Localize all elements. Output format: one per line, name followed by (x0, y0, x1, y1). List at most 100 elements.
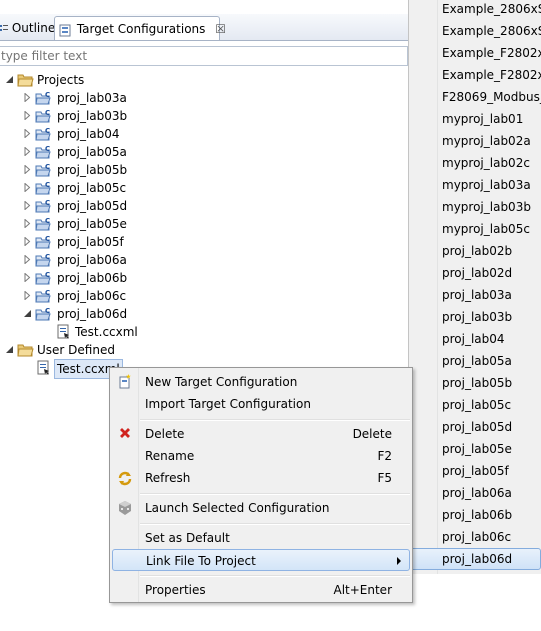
submenu-project-item[interactable]: proj_lab06d (442, 548, 512, 570)
close-icon[interactable]: ☒ (215, 22, 226, 36)
tree-node-project[interactable]: proj_lab05f (57, 233, 124, 251)
menu-item-import-target[interactable]: Import Target Configuration (110, 393, 412, 415)
project-folder-icon: C (35, 253, 51, 267)
svg-text:C: C (45, 235, 50, 243)
expanded-twisty-icon[interactable] (5, 345, 14, 354)
ccxml-file-icon (57, 324, 69, 339)
tree-node-project[interactable]: proj_lab05c (57, 179, 126, 197)
expanded-twisty-icon[interactable] (5, 75, 14, 84)
open-folder-icon (17, 74, 34, 87)
refresh-accelerator: F5 (377, 471, 392, 485)
delete-accelerator: Delete (352, 427, 392, 441)
submenu-project-item[interactable]: Example_F2802xSc (442, 42, 541, 64)
svg-text:C: C (45, 109, 50, 117)
collapsed-twisty-icon[interactable] (23, 129, 32, 138)
submenu-project-item[interactable]: proj_lab02b (442, 240, 512, 262)
svg-text:C: C (45, 307, 50, 315)
menu-item-rename[interactable]: Rename F2 (110, 445, 412, 467)
submenu-project-item[interactable]: Example_2806xSci (442, 0, 541, 20)
delete-icon (120, 428, 130, 438)
ccxml-file-icon (37, 360, 49, 375)
tree-node-project[interactable]: proj_lab06a (57, 251, 127, 269)
tree-node-project[interactable]: proj_lab03b (57, 107, 127, 125)
project-folder-icon: C (35, 199, 51, 213)
tree-node-project[interactable]: proj_lab05e (57, 215, 127, 233)
submenu-arrow-icon (397, 557, 401, 565)
submenu-project-item[interactable]: proj_lab06a (442, 482, 512, 504)
tree-node-project[interactable]: proj_lab05a (57, 143, 127, 161)
project-folder-icon: C (35, 109, 51, 123)
tree-node-project[interactable]: proj_lab06b (57, 269, 127, 287)
submenu-project-item[interactable]: proj_lab06b (442, 504, 512, 526)
submenu-project-item[interactable]: Example_F2802xSc (442, 64, 541, 86)
menu-item-properties[interactable]: Properties Alt+Enter (110, 579, 412, 601)
svg-text:C: C (45, 91, 50, 99)
collapsed-twisty-icon[interactable] (23, 165, 32, 174)
submenu-project-item[interactable]: myproj_lab01 (442, 108, 523, 130)
submenu-project-item[interactable]: myproj_lab02a (442, 130, 531, 152)
tree-node-project[interactable]: proj_lab06c (57, 287, 126, 305)
submenu-project-item[interactable]: myproj_lab05c (442, 218, 530, 240)
tree-node-project[interactable]: proj_lab05b (57, 161, 127, 179)
menu-item-link-file[interactable]: Link File To Project (112, 549, 410, 571)
submenu-project-item[interactable]: myproj_lab03b (442, 196, 531, 218)
tab-target-configurations[interactable]: Target Configurations ☒ (54, 16, 226, 40)
tree-node-projects[interactable]: Projects (37, 71, 84, 89)
submenu-project-item[interactable]: proj_lab06c (442, 526, 511, 548)
submenu-project-item[interactable]: F28069_Modbus_ (442, 86, 541, 108)
tree-node-project[interactable]: proj_lab05d (57, 197, 127, 215)
submenu-project-item[interactable]: myproj_lab02c (442, 152, 530, 174)
tab-outline[interactable]: Outline (0, 16, 55, 40)
project-folder-icon: C (35, 181, 51, 195)
submenu-project-item[interactable]: proj_lab05d (442, 416, 512, 438)
menu-item-delete[interactable]: Delete Delete (110, 423, 412, 445)
tree-node-project[interactable]: proj_lab06d (57, 305, 127, 323)
collapsed-twisty-icon[interactable] (23, 237, 32, 246)
menu-label-rename: Rename (145, 449, 195, 463)
menu-label-delete: Delete (145, 427, 185, 441)
menu-item-new-target[interactable]: New Target Configuration (110, 371, 412, 393)
expanded-twisty-icon[interactable] (23, 309, 32, 318)
submenu-project-item[interactable]: proj_lab05e (442, 438, 512, 460)
menu-item-refresh[interactable]: Refresh F5 (110, 467, 412, 489)
project-folder-icon: C (35, 289, 51, 303)
tree-node-ccxml-file[interactable]: Test.ccxml (75, 323, 138, 341)
submenu-project-item[interactable]: proj_lab05b (442, 372, 512, 394)
submenu-project-item[interactable]: myproj_lab03a (442, 174, 531, 196)
menu-label-refresh: Refresh (145, 471, 191, 485)
collapsed-twisty-icon[interactable] (23, 291, 32, 300)
rename-accelerator: F2 (377, 449, 392, 463)
menu-item-launch[interactable]: Launch Selected Configuration (110, 497, 412, 519)
project-folder-icon: C (35, 163, 51, 177)
collapsed-twisty-icon[interactable] (23, 273, 32, 282)
menu-separator (140, 419, 410, 421)
collapsed-twisty-icon[interactable] (23, 183, 32, 192)
submenu-project-item[interactable]: Example_2806xSci (442, 20, 541, 42)
collapsed-twisty-icon[interactable] (23, 147, 32, 156)
collapsed-twisty-icon[interactable] (23, 111, 32, 120)
menu-separator (140, 493, 410, 495)
submenu-project-item[interactable]: proj_lab04 (442, 328, 505, 350)
new-target-icon (119, 374, 131, 389)
filter-input[interactable] (1, 49, 401, 63)
svg-text:C: C (45, 181, 50, 189)
menu-item-set-default[interactable]: Set as Default (110, 527, 412, 549)
collapsed-twisty-icon[interactable] (23, 93, 32, 102)
tree-node-project[interactable]: proj_lab03a (57, 89, 127, 107)
tree-node-user-defined[interactable]: User Defined (37, 341, 115, 359)
collapsed-twisty-icon[interactable] (23, 255, 32, 264)
launch-icon (119, 501, 131, 515)
submenu-project-item[interactable]: proj_lab05f (442, 460, 509, 482)
submenu-gutter (409, 0, 438, 574)
submenu-project-item[interactable]: proj_lab03b (442, 306, 512, 328)
collapsed-twisty-icon[interactable] (23, 219, 32, 228)
submenu-project-item[interactable]: proj_lab02d (442, 262, 512, 284)
filter-field-container (0, 46, 408, 66)
collapsed-twisty-icon[interactable] (23, 201, 32, 210)
submenu-project-item[interactable]: proj_lab05a (442, 350, 512, 372)
submenu-project-item[interactable]: proj_lab03a (442, 284, 512, 306)
tree-node-project[interactable]: proj_lab04 (57, 125, 120, 143)
submenu-project-item[interactable]: proj_lab05c (442, 394, 511, 416)
view-tab-bar: Outline Target Configurations ☒ (0, 14, 408, 41)
menu-separator (140, 523, 410, 525)
